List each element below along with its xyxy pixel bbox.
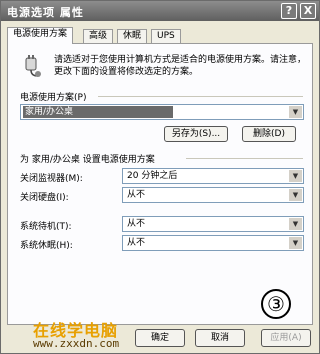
title-bar[interactable]: 电源选项 属性 ? X	[1, 1, 319, 21]
delete-button[interactable]: 删除(D)	[242, 126, 296, 142]
tab-power-schemes[interactable]: 电源使用方案	[7, 27, 74, 44]
standby-select[interactable]: 从不 ▼	[122, 216, 304, 232]
tab-ups[interactable]: UPS	[151, 29, 181, 43]
hibernate-select[interactable]: 从不 ▼	[122, 235, 304, 251]
hibernate-label: 系统休眠(H):	[20, 241, 73, 251]
monitor-off-value: 20 分钟之后	[127, 171, 178, 181]
chevron-down-icon[interactable]: ▼	[289, 218, 302, 230]
step-number-badge: ③	[261, 289, 291, 319]
monitor-off-select[interactable]: 20 分钟之后 ▼	[122, 168, 304, 184]
divider	[186, 158, 303, 159]
close-icon: X	[303, 4, 313, 17]
close-button[interactable]: X	[300, 3, 316, 19]
hibernate-value: 从不	[127, 238, 146, 248]
divider	[98, 96, 303, 97]
save-as-button[interactable]: 另存为(S)...	[164, 126, 228, 142]
tab-panel: 请选适对于您使用计算机方式是适合的电源使用方案。请注意，更改下面的设置将修改选定…	[7, 43, 313, 325]
help-icon: ?	[285, 4, 293, 17]
help-button[interactable]: ?	[281, 3, 297, 19]
harddisk-off-select[interactable]: 从不 ▼	[122, 187, 304, 203]
apply-button[interactable]: 应用(A)	[261, 329, 311, 347]
standby-label: 系统待机(T):	[20, 222, 72, 232]
tab-label: UPS	[157, 31, 175, 41]
chevron-down-icon[interactable]: ▼	[289, 106, 302, 118]
power-plug-icon	[25, 55, 41, 77]
harddisk-off-value: 从不	[127, 190, 146, 200]
tab-label: 电源使用方案	[13, 29, 68, 39]
ok-button[interactable]: 确定	[135, 329, 185, 347]
chevron-down-icon[interactable]: ▼	[289, 170, 302, 182]
tab-advanced[interactable]: 高级	[83, 29, 114, 43]
harddisk-off-label: 关闭硬盘(I):	[20, 193, 69, 203]
cancel-button[interactable]: 取消	[195, 329, 245, 347]
standby-value: 从不	[127, 219, 146, 229]
chevron-down-icon[interactable]: ▼	[289, 189, 302, 201]
tab-hibernate[interactable]: 休眠	[117, 29, 148, 43]
scheme-group-label: 电源使用方案(P)	[20, 93, 87, 103]
chevron-down-icon[interactable]: ▼	[289, 237, 302, 249]
tab-label: 高级	[89, 31, 108, 41]
power-options-dialog: 电源选项 属性 ? X 电源使用方案 高级 休眠 UPS 请选适对于您使用计算机…	[0, 0, 320, 354]
tab-label: 休眠	[123, 31, 142, 41]
scheme-select[interactable]: 家用/办公桌 ▼	[20, 104, 304, 120]
scheme-value: 家用/办公桌	[25, 107, 74, 117]
settings-group-label: 为 家用/办公桌 设置电源使用方案	[20, 155, 155, 165]
monitor-off-label: 关闭监视器(M):	[20, 174, 83, 184]
intro-description: 请选适对于您使用计算机方式是适合的电源使用方案。请注意，更改下面的设置将修改选定…	[54, 55, 307, 77]
window-title: 电源选项 属性	[7, 6, 84, 19]
watermark-url: www.zxxdn.com	[33, 337, 120, 350]
